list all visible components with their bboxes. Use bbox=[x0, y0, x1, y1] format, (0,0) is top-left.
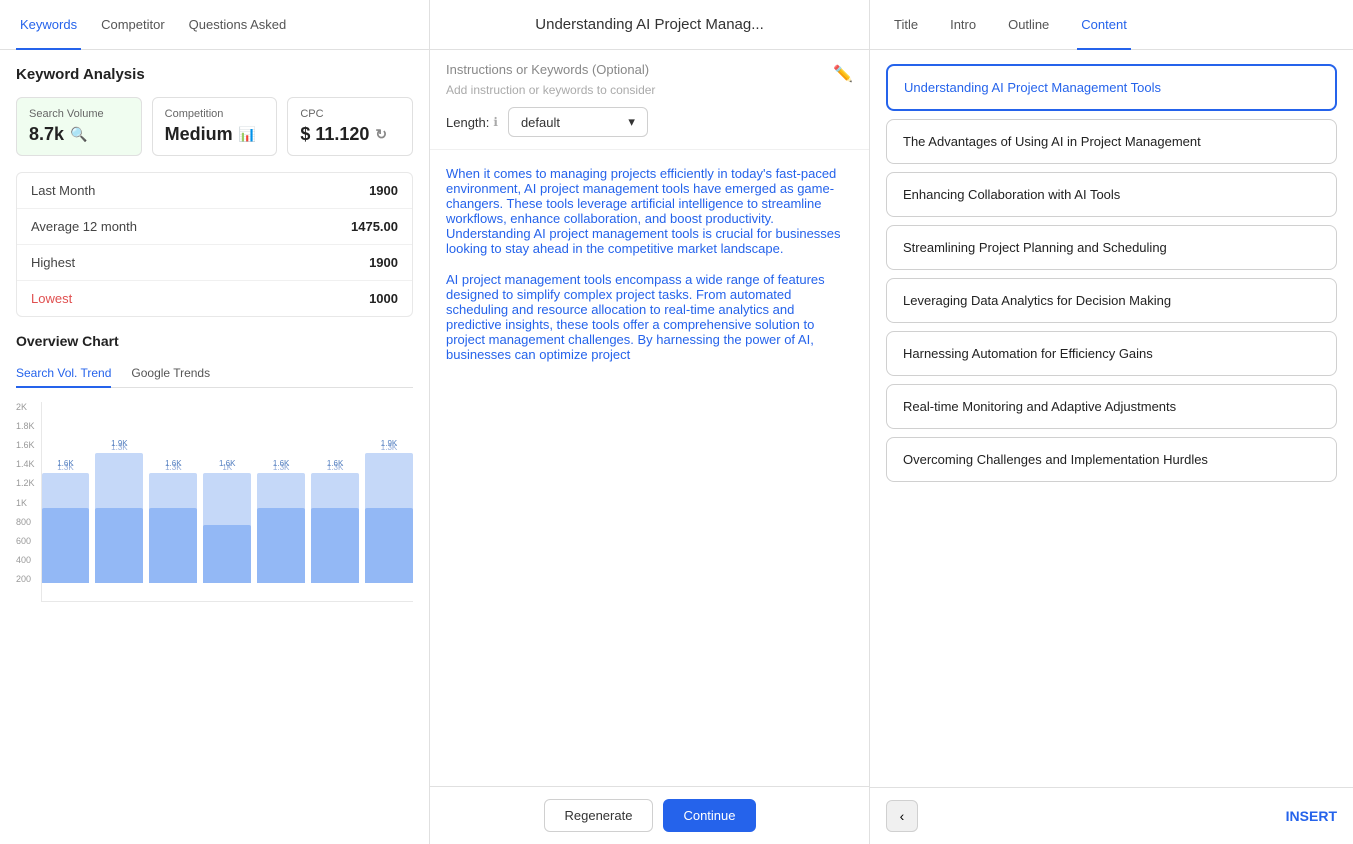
search-volume-label: Search Volume bbox=[29, 108, 129, 120]
chart-title: Overview Chart bbox=[16, 333, 413, 349]
cpc-value: $ 11.120 ↻ bbox=[300, 124, 400, 145]
tab-competitor[interactable]: Competitor bbox=[97, 1, 169, 50]
tab-outline[interactable]: Outline bbox=[1004, 1, 1053, 50]
outline-item-1[interactable]: The Advantages of Using AI in Project Ma… bbox=[886, 119, 1337, 164]
bar-4: 1K 1.6K bbox=[203, 463, 251, 583]
outline-item-3[interactable]: Streamlining Project Planning and Schedu… bbox=[886, 225, 1337, 270]
chart-tabs: Search Vol. Trend Google Trends bbox=[16, 359, 413, 388]
right-tabs-section: Title Intro Outline Content bbox=[870, 0, 1151, 49]
outline-item-7[interactable]: Overcoming Challenges and Implementation… bbox=[886, 437, 1337, 482]
insert-button[interactable]: INSERT bbox=[1286, 808, 1337, 824]
tab-intro[interactable]: Intro bbox=[946, 1, 980, 50]
metrics-row: Search Volume 8.7k 🔍 Competition Medium … bbox=[16, 97, 413, 156]
cpc-box: CPC $ 11.120 ↻ bbox=[287, 97, 413, 156]
bar-3: 1.3K 1.6K bbox=[149, 463, 197, 583]
right-footer: ‹ INSERT bbox=[870, 787, 1353, 844]
chart-area: 2K 1.8K 1.6K 1.4K 1.2K 1K 800 600 400 20… bbox=[16, 402, 413, 622]
content-paragraph-2: AI project management tools encompass a … bbox=[446, 272, 853, 362]
keyword-analysis-title: Keyword Analysis bbox=[16, 66, 413, 83]
outline-item-4[interactable]: Leveraging Data Analytics for Decision M… bbox=[886, 278, 1337, 323]
edit-icon[interactable]: ✏️ bbox=[833, 64, 853, 84]
tab-keywords[interactable]: Keywords bbox=[16, 1, 81, 50]
tab-content[interactable]: Content bbox=[1077, 1, 1131, 50]
bar-5: 1.3K 1.6K bbox=[257, 463, 305, 583]
refresh-icon[interactable]: ↻ bbox=[375, 126, 387, 143]
regenerate-button[interactable]: Regenerate bbox=[544, 799, 654, 832]
length-select[interactable]: default ▾ bbox=[508, 107, 648, 137]
competition-box: Competition Medium 📊 bbox=[152, 97, 278, 156]
stat-lowest: Lowest 1000 bbox=[17, 281, 412, 316]
bar-chart-icon[interactable]: 📊 bbox=[239, 126, 256, 143]
center-panel: Instructions or Keywords (Optional) Add … bbox=[430, 50, 870, 844]
length-row: Length: ℹ default ▾ bbox=[446, 107, 853, 137]
main-content: Keyword Analysis Search Volume 8.7k 🔍 Co… bbox=[0, 50, 1353, 844]
bar-1: 1.3K 1.6K bbox=[42, 463, 90, 583]
center-content: When it comes to managing projects effic… bbox=[430, 150, 869, 786]
top-tabs-bar: Keywords Competitor Questions Asked Unde… bbox=[0, 0, 1353, 50]
bar-7: 1.3K 1.9K bbox=[365, 443, 413, 583]
left-panel: Keyword Analysis Search Volume 8.7k 🔍 Co… bbox=[0, 50, 430, 844]
bar-2: 1.3K 1.9K bbox=[95, 443, 143, 583]
instructions-placeholder: Add instruction or keywords to consider bbox=[446, 83, 655, 97]
competition-label: Competition bbox=[165, 108, 265, 120]
center-footer: Regenerate Continue bbox=[430, 786, 869, 844]
chevron-left-icon: ‹ bbox=[900, 808, 905, 824]
stats-table: Last Month 1900 Average 12 month 1475.00… bbox=[16, 172, 413, 317]
competition-value: Medium 📊 bbox=[165, 124, 265, 145]
outline-item-2[interactable]: Enhancing Collaboration with AI Tools bbox=[886, 172, 1337, 217]
search-volume-box: Search Volume 8.7k 🔍 bbox=[16, 97, 142, 156]
instructions-label: Instructions or Keywords (Optional) bbox=[446, 62, 655, 77]
search-icon[interactable]: 🔍 bbox=[70, 126, 87, 143]
prev-button[interactable]: ‹ bbox=[886, 800, 918, 832]
chevron-down-icon: ▾ bbox=[628, 114, 635, 130]
tab-questions-asked[interactable]: Questions Asked bbox=[185, 1, 291, 50]
continue-button[interactable]: Continue bbox=[663, 799, 755, 832]
outline-item-5[interactable]: Harnessing Automation for Efficiency Gai… bbox=[886, 331, 1337, 376]
stat-last-month: Last Month 1900 bbox=[17, 173, 412, 209]
stat-highest: Highest 1900 bbox=[17, 245, 412, 281]
chart-tab-google-trends[interactable]: Google Trends bbox=[131, 360, 210, 388]
right-panel: Understanding AI Project Management Tool… bbox=[870, 50, 1353, 844]
bar-6: 1.3K 1.6K bbox=[311, 463, 359, 583]
left-tabs-section: Keywords Competitor Questions Asked bbox=[0, 0, 430, 49]
center-toolbar: Instructions or Keywords (Optional) Add … bbox=[430, 50, 869, 150]
outline-item-6[interactable]: Real-time Monitoring and Adaptive Adjust… bbox=[886, 384, 1337, 429]
tab-title[interactable]: Title bbox=[890, 1, 922, 50]
center-panel-title: Understanding AI Project Manag... bbox=[430, 0, 870, 49]
stat-avg-12-month: Average 12 month 1475.00 bbox=[17, 209, 412, 245]
cpc-label: CPC bbox=[300, 108, 400, 120]
content-paragraph-1: When it comes to managing projects effic… bbox=[446, 166, 853, 256]
length-label: Length: ℹ bbox=[446, 115, 498, 130]
chart-tab-search-vol[interactable]: Search Vol. Trend bbox=[16, 360, 111, 388]
outline-list: Understanding AI Project Management Tool… bbox=[870, 50, 1353, 787]
search-volume-value: 8.7k 🔍 bbox=[29, 124, 129, 145]
outline-item-0[interactable]: Understanding AI Project Management Tool… bbox=[886, 64, 1337, 111]
